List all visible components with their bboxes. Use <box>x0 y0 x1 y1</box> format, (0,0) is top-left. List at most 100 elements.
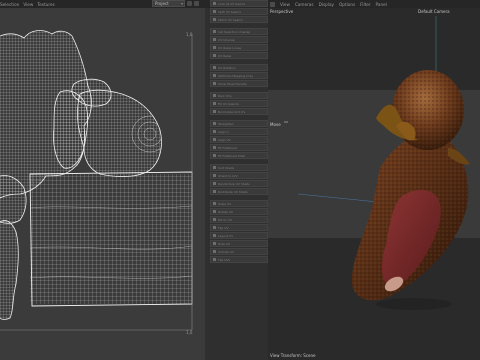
tool-button[interactable]: Randomize UV Shells <box>210 180 268 187</box>
tool-icon <box>213 242 216 245</box>
uv-corner-bottom-label: 1,0 <box>186 330 193 335</box>
tool-button-label: UV Relax Loose <box>218 45 242 50</box>
3d-scene <box>268 16 480 310</box>
tool-button-label: Unhide UV <box>218 249 234 254</box>
tool-button-label: Align UV <box>218 137 231 142</box>
tool-icon <box>213 10 216 13</box>
tool-icon <box>213 18 216 21</box>
tool-button[interactable]: Fit Flattened <box>210 144 268 151</box>
tool-icon <box>213 138 216 141</box>
tool-icon <box>213 146 216 149</box>
tool-button[interactable]: Pack UVs <box>210 92 268 99</box>
tool-button[interactable]: Rotate UV <box>210 208 268 215</box>
vp-menu-filter[interactable]: Filter <box>360 2 370 7</box>
grid-toggle-icon[interactable] <box>187 1 192 6</box>
tool-button-label: Look At UV Seams <box>218 1 246 6</box>
uv-menu-selection[interactable]: Selection <box>0 2 19 7</box>
tool-button[interactable]: UV Relax <box>210 52 268 59</box>
settings-icon[interactable] <box>194 1 199 6</box>
tool-icon <box>213 94 216 97</box>
tool-button-label: Distribute UV Shells <box>218 189 248 194</box>
tool-icon <box>213 54 216 57</box>
viewport-view-label: Perspective <box>270 9 294 14</box>
uv-project-select-value: Project <box>155 1 169 6</box>
uv-canvas[interactable]: 1,0 1,0 <box>0 8 205 360</box>
tool-button-label: Pack UVs <box>218 93 232 98</box>
tool-button[interactable]: Unhide UV <box>210 248 268 255</box>
tool-button[interactable]: Optimize Mapping Only <box>210 72 268 79</box>
tool-button[interactable]: Orient to U/V <box>210 172 268 179</box>
tool-button[interactable]: Sort Shells <box>210 164 268 171</box>
tool-icon <box>213 74 216 77</box>
vp-menu-cameras[interactable]: Cameras <box>295 2 314 7</box>
tool-button[interactable]: Stitch UV Seams <box>210 16 268 23</box>
tool-icon <box>213 218 216 221</box>
tool-button-label: Mirror UV <box>218 217 233 222</box>
tool-button[interactable]: Straighten <box>210 120 268 127</box>
tool-button-label: Normalize Unit UV <box>218 109 246 114</box>
tool-button[interactable]: UV Relax Loose <box>210 44 268 51</box>
viewport-layout-icon[interactable] <box>270 1 275 7</box>
tool-icon <box>213 226 216 229</box>
tool-icon <box>213 154 216 157</box>
tool-button-label: Layout UV <box>218 233 234 238</box>
tool-icon <box>213 66 216 69</box>
tool-button[interactable]: Layout UV <box>210 232 268 239</box>
tool-icon <box>213 38 216 41</box>
tool-button-label: Scale UV <box>218 201 232 206</box>
tool-button[interactable]: Look At UV Seams <box>210 0 268 7</box>
uv-project-select[interactable]: Project ▾ <box>152 0 185 7</box>
tool-button-label: Split UV Seams <box>218 9 241 14</box>
uv-menu-view[interactable]: View <box>23 2 33 7</box>
3d-viewport[interactable]: Perspective Default Camera Move View Tra… <box>268 8 480 360</box>
tool-icon <box>213 190 216 193</box>
tool-button[interactable]: Align UV <box>210 136 268 143</box>
tool-button[interactable]: Flip UV <box>210 224 268 231</box>
tool-button[interactable]: Split UV Seams <box>210 8 268 15</box>
tool-icon <box>213 30 216 33</box>
uv-menu-textures[interactable]: Textures <box>37 2 55 7</box>
tool-icon <box>213 234 216 237</box>
uv-editor-panel: Selection View Textures Project ▾ 1,0 1,… <box>0 0 205 360</box>
tool-button-label: Align U <box>218 129 229 134</box>
tool-button[interactable]: Align U <box>210 128 268 135</box>
tool-button-label: Hide UV <box>218 241 231 246</box>
tool-button[interactable]: Set Selection Unwrap <box>210 28 268 35</box>
uv-wireframe <box>0 30 193 331</box>
tool-button[interactable]: UV Rotation <box>210 64 268 71</box>
tool-button[interactable]: Mirror UV <box>210 216 268 223</box>
tool-button-label: UV Rotation <box>218 65 236 70</box>
tool-icon <box>213 166 216 169</box>
tool-button[interactable]: Tile UVs <box>210 256 268 263</box>
tool-button[interactable]: Fill UV Islands <box>210 100 268 107</box>
tool-icon <box>213 174 216 177</box>
tool-icon <box>213 202 216 205</box>
tool-button[interactable]: UV Unwrap <box>210 36 268 43</box>
tool-group-separator <box>210 264 268 268</box>
vp-menu-display[interactable]: Display <box>319 2 334 7</box>
tool-icon <box>213 82 216 85</box>
tool-button-label: Tile UVs <box>218 257 231 262</box>
tool-button-label: Fill UV Islands <box>218 101 239 106</box>
viewport-camera-label[interactable]: Default Camera <box>418 9 450 14</box>
tool-button[interactable]: Distribute UV Shells <box>210 188 268 195</box>
vp-menu-view[interactable]: View <box>280 2 290 7</box>
vp-menu-panel[interactable]: Panel <box>376 2 387 7</box>
tool-button-label: Rotate UV <box>218 209 234 214</box>
tool-icon <box>213 182 216 185</box>
tool-button-label: UV Unwrap <box>218 37 235 42</box>
tool-button[interactable]: Show Texel Density <box>210 80 268 87</box>
tool-icon <box>213 258 216 261</box>
tool-icon <box>213 210 216 213</box>
viewport-footer-label: View Transform: Scene <box>270 353 316 358</box>
uv-corner-top-label: 1,0 <box>186 32 193 37</box>
tool-button[interactable]: Hide UV <box>210 240 268 247</box>
vp-menu-options[interactable]: Options <box>339 2 355 7</box>
tool-list: Look At UV Seams Split UV Seams Stitch UV … <box>210 0 268 268</box>
tool-button-label: UV Relax <box>218 53 232 58</box>
tool-button[interactable]: Scale UV <box>210 200 268 207</box>
viewport-move-label: Move <box>270 122 281 127</box>
tool-button-label: Set Selection Unwrap <box>218 29 251 34</box>
tool-button[interactable]: Normalize Unit UV <box>210 108 268 115</box>
tool-button[interactable]: Fit Flattened Shell <box>210 152 268 159</box>
